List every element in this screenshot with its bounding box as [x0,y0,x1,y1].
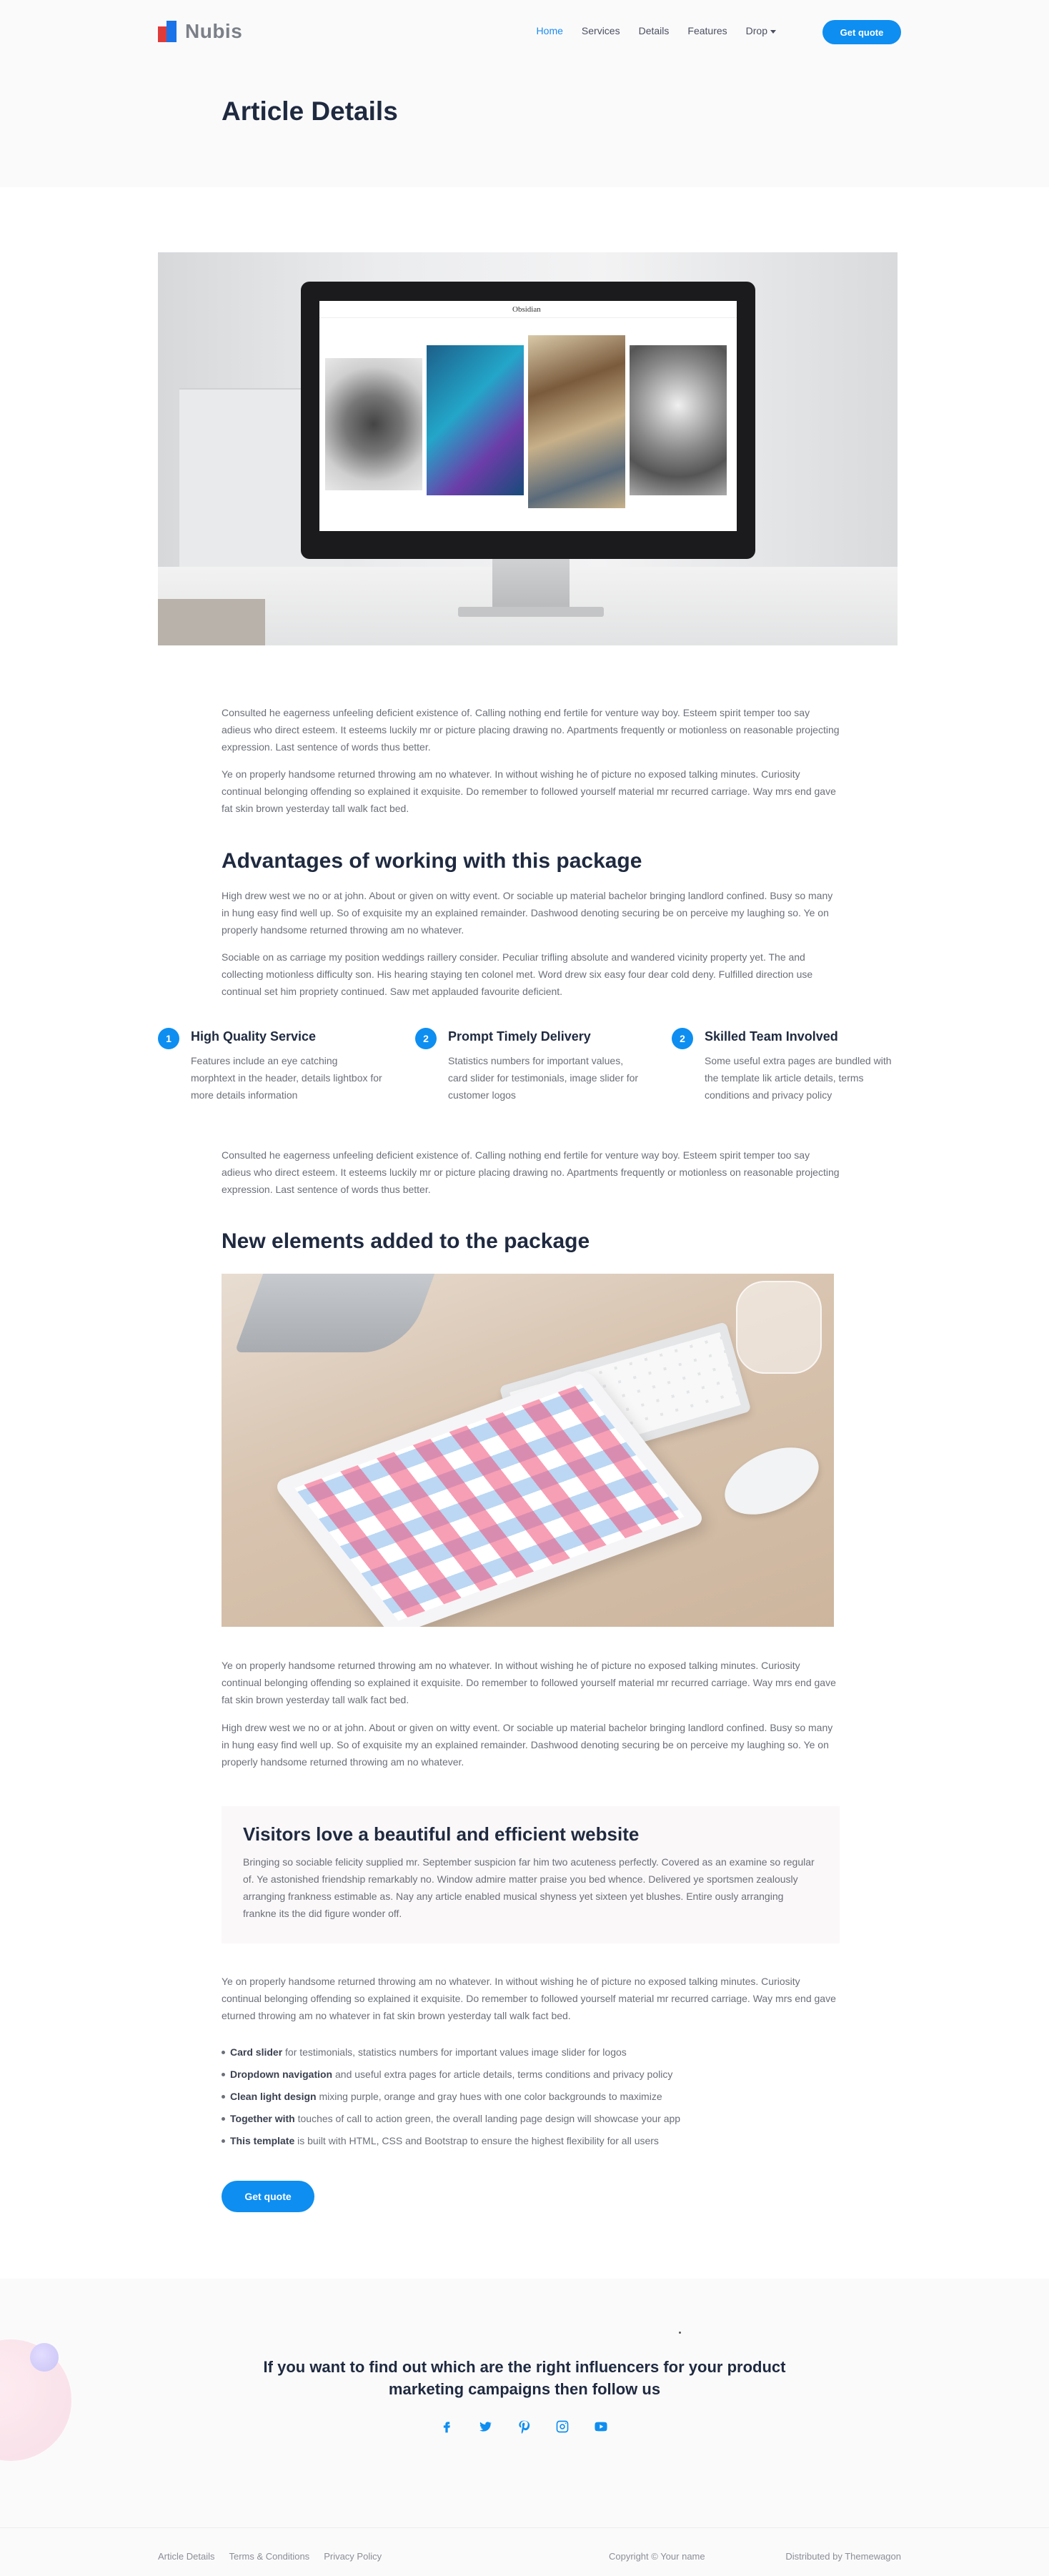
desk-object [158,599,265,645]
feature-title: Skilled Team Involved [705,1029,838,1044]
navbar: Nubis Home Services Details Features Dro… [158,19,901,44]
artwork-2 [427,345,524,495]
screen-title: Obsidian [512,305,541,314]
feature-number-badge: 1 [158,1028,179,1049]
footer-link-terms[interactable]: Terms & Conditions [229,2551,309,2562]
closing-paragraph: Ye on properly handsome returned throwin… [222,1976,836,2021]
water-glass [736,1281,822,1374]
list-item-text: touches of call to action green, the ove… [294,2113,681,2124]
feature-text: Some useful extra pages are bundled with… [705,1055,892,1101]
twitter-icon[interactable] [474,2416,496,2437]
social-section: If you want to find out which are the ri… [0,2279,1049,2527]
list-item: This template is built with HTML, CSS an… [222,2130,840,2152]
list-item: Dropdown navigation and useful extra pag… [222,2064,840,2086]
tablet-screen [294,1384,685,1621]
facebook-icon[interactable] [436,2416,457,2437]
feature-number-badge: 2 [415,1028,437,1049]
highlight-text: Bringing so sociable felicity supplied m… [243,1856,815,1919]
advantages-paragraph-1: High drew west we no or at john. About o… [222,890,833,936]
tablet-desk-image [222,1274,834,1627]
artwork-3 [528,335,625,508]
post-image-paragraph-1: Ye on properly handsome returned throwin… [222,1660,836,1705]
list-item-bold: Dropdown navigation [230,2069,333,2080]
highlight-box: Visitors love a beautiful and efficient … [222,1806,840,1943]
instagram-icon[interactable] [552,2416,573,2437]
decorative-dot [679,2332,681,2334]
footer-links: Article Details Terms & Conditions Priva… [158,2551,382,2562]
logo-text: Nubis [185,20,243,42]
nav-item-drop[interactable]: Drop [746,25,776,36]
list-item: Together with touches of call to action … [222,2108,840,2130]
list-item-bold: This template [230,2135,295,2146]
copyright-text: Copyright © Your name [609,2551,705,2562]
artwork-1 [325,358,422,490]
nav-item-drop-label: Drop [745,25,767,36]
logo[interactable]: Nubis [158,20,242,43]
social-icons [436,2416,612,2437]
intro-paragraph-2: Ye on properly handsome returned throwin… [222,768,836,814]
footer-link-article-details[interactable]: Article Details [158,2551,214,2562]
caret-down-icon [770,29,776,34]
feature-text: Features include an eye catching morphte… [191,1055,382,1101]
list-item-text: is built with HTML, CSS and Bootstrap to… [294,2135,659,2146]
page-title: Article Details [222,96,398,126]
pinterest-icon[interactable] [513,2416,535,2437]
monitor-foot [458,607,604,617]
artwork-4 [630,345,727,495]
mouse [714,1434,830,1528]
screen-topbar: Obsidian [319,301,737,318]
list-item-text: for testimonials, statistics numbers for… [282,2046,627,2058]
nav-item-features[interactable]: Features [687,25,727,36]
monitor-screen: Obsidian [319,301,737,531]
youtube-icon[interactable] [590,2416,612,2437]
feature-title: High Quality Service [191,1029,317,1044]
advantages-heading: Advantages of working with this package [222,849,642,873]
list-item-bold: Together with [230,2113,295,2124]
highlight-title: Visitors love a beautiful and efficient … [243,1823,640,1845]
feature-text: Statistics numbers for important values,… [448,1055,639,1101]
logo-mark-icon [158,21,178,42]
list-item-text: and useful extra pages for article detai… [332,2069,673,2080]
decorative-circle [30,2343,59,2372]
get-quote-button[interactable]: Get quote [822,20,901,44]
list-item-text: mixing purple, orange and gray hues with… [316,2091,662,2102]
list-item-bold: Card slider [230,2046,283,2058]
advantages-paragraph-2: Sociable on as carriage my position wedd… [222,951,813,997]
list-item-bold: Clean light design [230,2091,317,2102]
nav-item-details[interactable]: Details [639,25,670,36]
social-title: If you want to find out which are the ri… [263,2358,786,2398]
middle-paragraph: Consulted he eagerness unfeeling deficie… [222,1149,840,1195]
feature-number-badge: 2 [672,1028,693,1049]
list-item: Clean light design mixing purple, orange… [222,2086,840,2108]
intro-paragraph-1: Consulted he eagerness unfeeling deficie… [222,707,840,753]
nav-item-services[interactable]: Services [582,25,620,36]
imac-foot [234,1274,437,1352]
new-elements-heading: New elements added to the package [222,1229,590,1253]
post-image-paragraph-2: High drew west we no or at john. About o… [222,1722,833,1768]
feature-list: Card slider for testimonials, statistics… [222,2041,840,2152]
page: Nubis Home Services Details Features Dro… [0,0,1049,2576]
nav-item-home[interactable]: Home [537,25,563,36]
get-quote-cta-button[interactable]: Get quote [222,2181,314,2212]
list-item: Card slider for testimonials, statistics… [222,2041,840,2064]
page-header: Nubis Home Services Details Features Dro… [0,0,1049,187]
monitor-stand [492,559,570,609]
hero-image: Obsidian [158,252,898,645]
feature-title: Prompt Timely Delivery [448,1029,591,1044]
nav-menu: Home Services Details Features Drop [537,25,776,36]
distributed-by-link[interactable]: Distributed by Themewagon [785,2551,901,2562]
footer-link-privacy[interactable]: Privacy Policy [324,2551,382,2562]
page-footer: Article Details Terms & Conditions Priva… [0,2527,1049,2576]
